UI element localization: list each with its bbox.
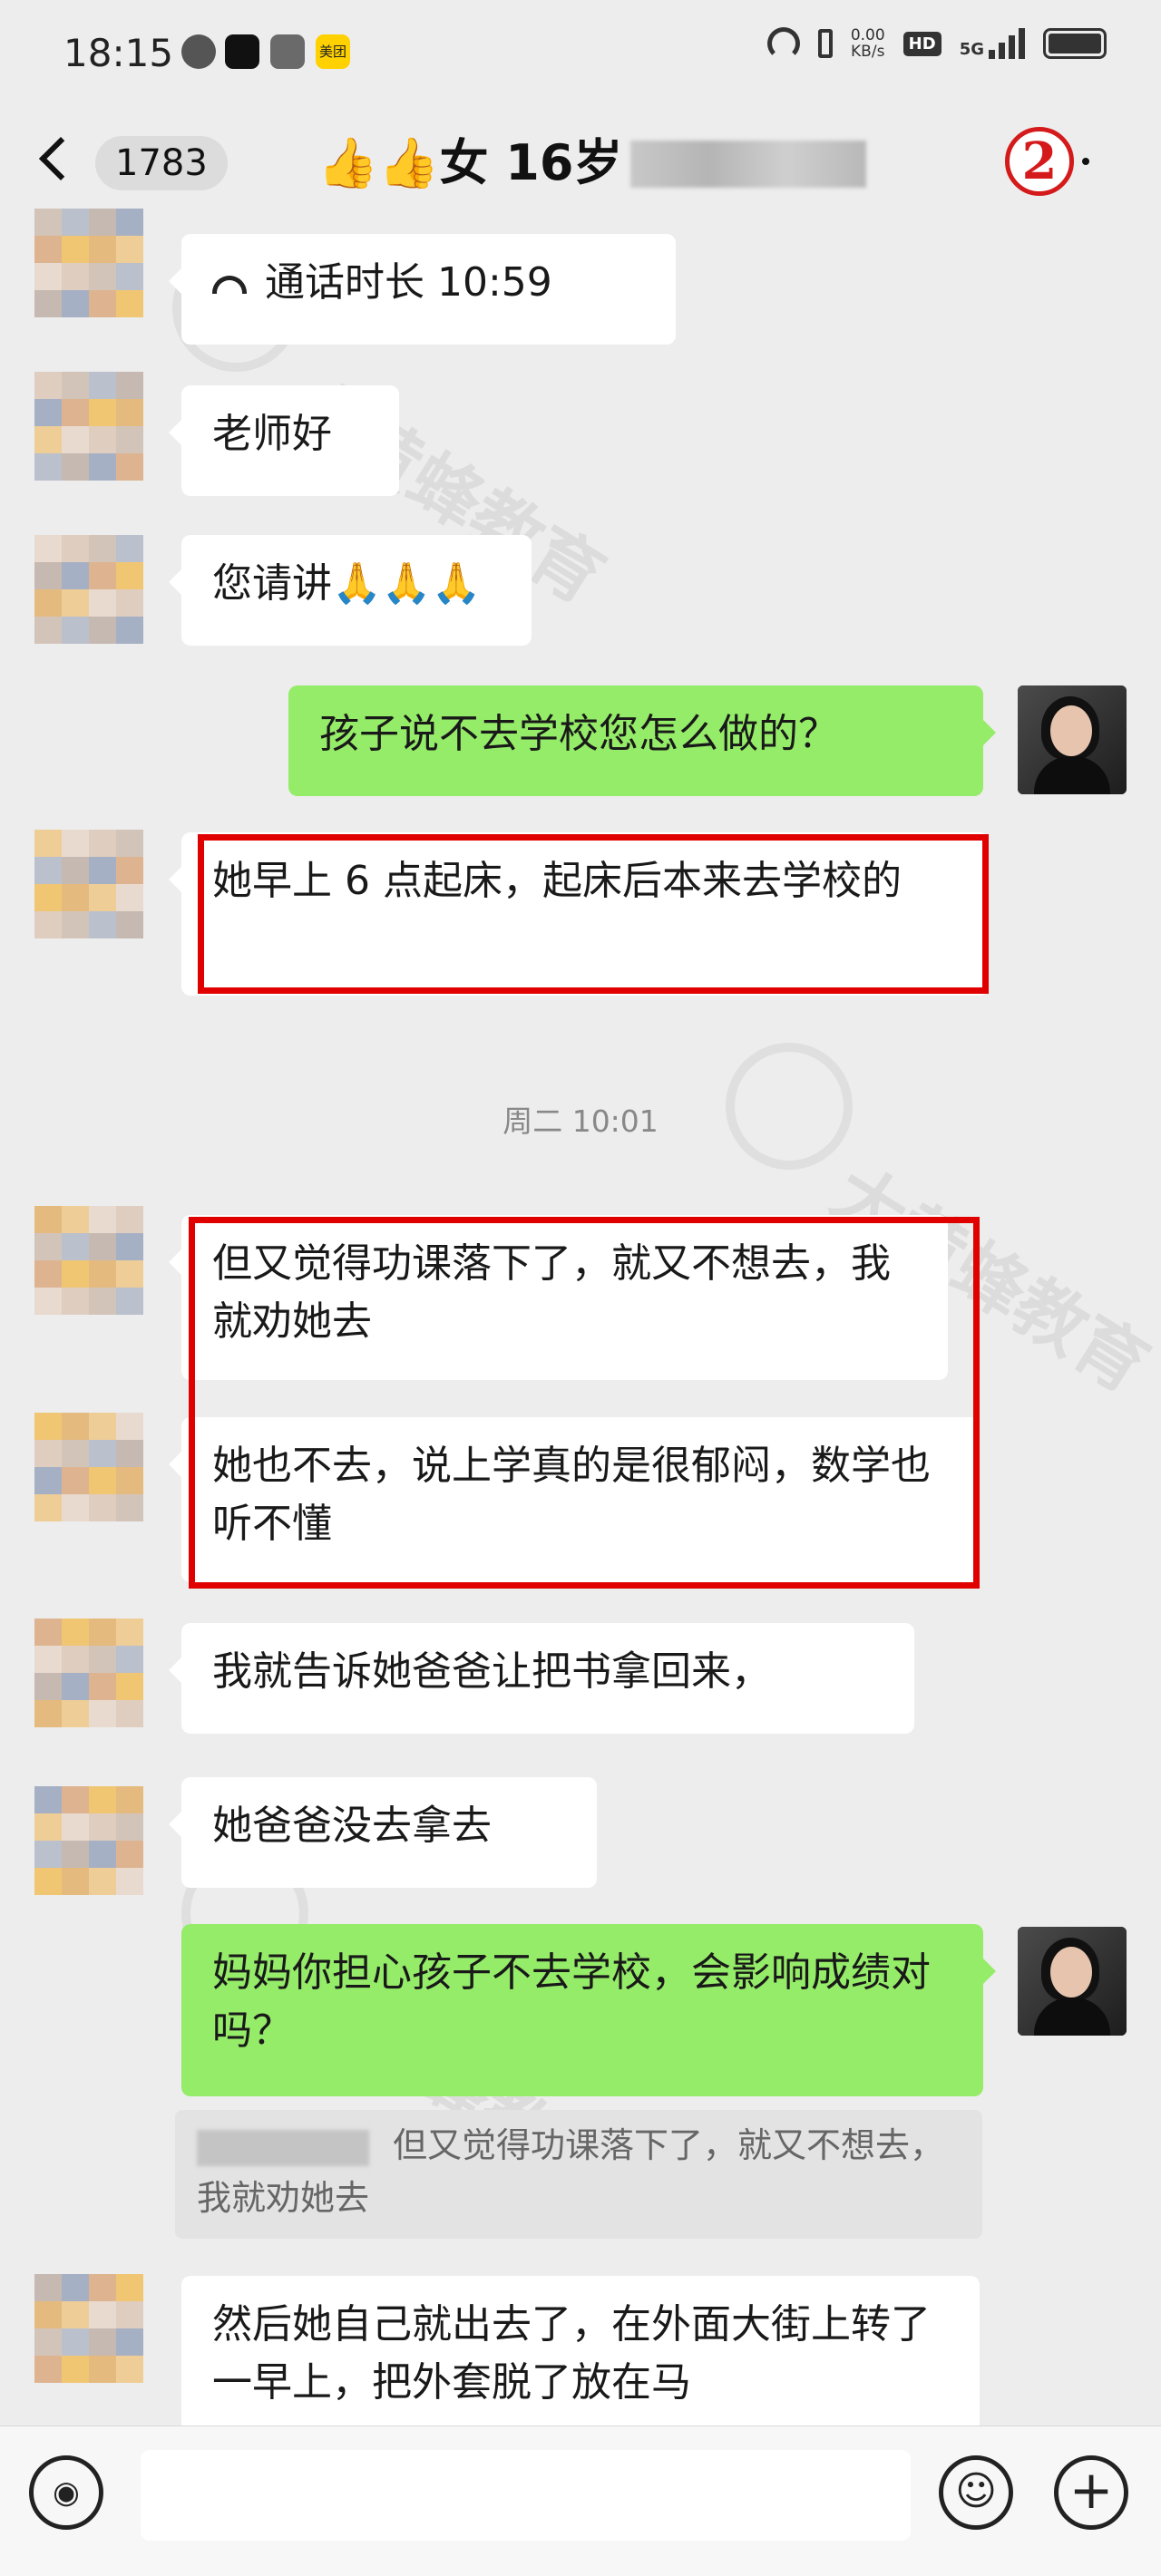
avatar[interactable] — [34, 209, 143, 317]
vibrate-icon — [817, 29, 833, 58]
chat-header: 1783 👍👍女 16岁 2 — [0, 118, 1161, 209]
my-avatar[interactable] — [1018, 1927, 1127, 2036]
battery-icon — [1043, 28, 1107, 59]
app-icon — [270, 34, 305, 69]
blurred-quote-sender — [197, 2129, 369, 2166]
speedometer-icon — [766, 27, 800, 60]
status-bar: 18:15 美团 0.00 KB/s HD 5G — [0, 0, 1161, 118]
avatar[interactable] — [34, 1619, 143, 1727]
back-arrow-icon[interactable] — [38, 136, 83, 181]
timestamp: 周二 10:01 — [502, 1103, 659, 1139]
avatar[interactable] — [34, 2274, 143, 2383]
my-avatar[interactable] — [1018, 685, 1127, 794]
page-marker: 2 — [1005, 127, 1074, 196]
avatar[interactable] — [34, 1413, 143, 1521]
message-bubble[interactable]: 她爸爸没去拿去 — [169, 1777, 597, 1888]
network-speed: 0.00 KB/s — [850, 26, 885, 61]
message-bubble[interactable]: 我就告诉她爸爸让把书拿回来， — [169, 1623, 914, 1734]
chat-title: 👍👍女 16岁 — [317, 134, 623, 191]
status-time: 18:15 — [63, 31, 174, 75]
unread-count-badge[interactable]: 1783 — [95, 136, 228, 190]
message-bubble[interactable]: 通话时长 10:59 — [169, 234, 676, 345]
voice-input-button[interactable]: ◉ — [29, 2455, 103, 2530]
emoji-button[interactable]: ☺ — [939, 2455, 1013, 2530]
avatar[interactable] — [34, 830, 143, 938]
avatar[interactable] — [34, 535, 143, 644]
phone-call-icon — [212, 276, 247, 294]
tiktok-icon — [225, 34, 259, 69]
message-input[interactable] — [141, 2450, 911, 2541]
quoted-message[interactable]: 但又觉得功课落下了，就又不想去，我就劝她去 — [175, 2110, 982, 2239]
more-options-icon[interactable] — [1082, 158, 1089, 165]
message-bubble-outgoing[interactable]: 孩子说不去学校您怎么做的？ — [288, 685, 996, 796]
hd-badge: HD — [902, 31, 941, 56]
signal-icon: 5G — [960, 28, 1025, 59]
blurred-name — [630, 141, 866, 188]
avatar[interactable] — [34, 1206, 143, 1315]
meituan-icon: 美团 — [316, 34, 350, 69]
message-bubble-outgoing[interactable]: 妈妈你担心孩子不去学校，会影响成绩对吗？ — [181, 1924, 996, 2096]
plus-button[interactable]: + — [1054, 2455, 1128, 2530]
chat-input-bar: ◉ ☺ + — [0, 2425, 1161, 2576]
wechat-icon — [181, 34, 216, 69]
avatar[interactable] — [34, 1786, 143, 1895]
avatar[interactable] — [34, 372, 143, 481]
highlight-box — [198, 834, 989, 994]
message-bubble[interactable]: 老师好 — [169, 385, 399, 496]
message-bubble[interactable]: 您请讲🙏🙏🙏 — [169, 535, 532, 646]
highlight-box — [189, 1217, 980, 1589]
